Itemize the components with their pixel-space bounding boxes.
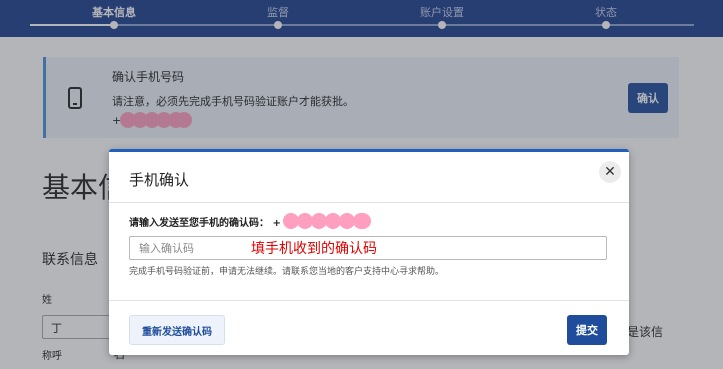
code-prompt-label: 请输入发送至您手机的确认码： + — [129, 218, 281, 229]
resend-code-button[interactable]: 重新发送确认码 — [129, 315, 225, 345]
close-icon[interactable]: ✕ — [599, 161, 621, 183]
help-text: 完成手机号码验证前，申请无法继续。请联系您当地的客户支持中心寻求帮助。 — [129, 267, 445, 277]
divider — [109, 300, 629, 301]
divider — [109, 202, 629, 203]
dialog-title: 手机确认 — [129, 171, 190, 189]
confirmation-code-input[interactable] — [129, 236, 607, 260]
redaction-mask — [283, 213, 371, 229]
submit-button[interactable]: 提交 — [567, 315, 607, 345]
phone-confirmation-dialog: 手机确认 ✕ 请输入发送至您手机的确认码： + 填手机收到的确认码 完成手机号码… — [109, 149, 629, 355]
